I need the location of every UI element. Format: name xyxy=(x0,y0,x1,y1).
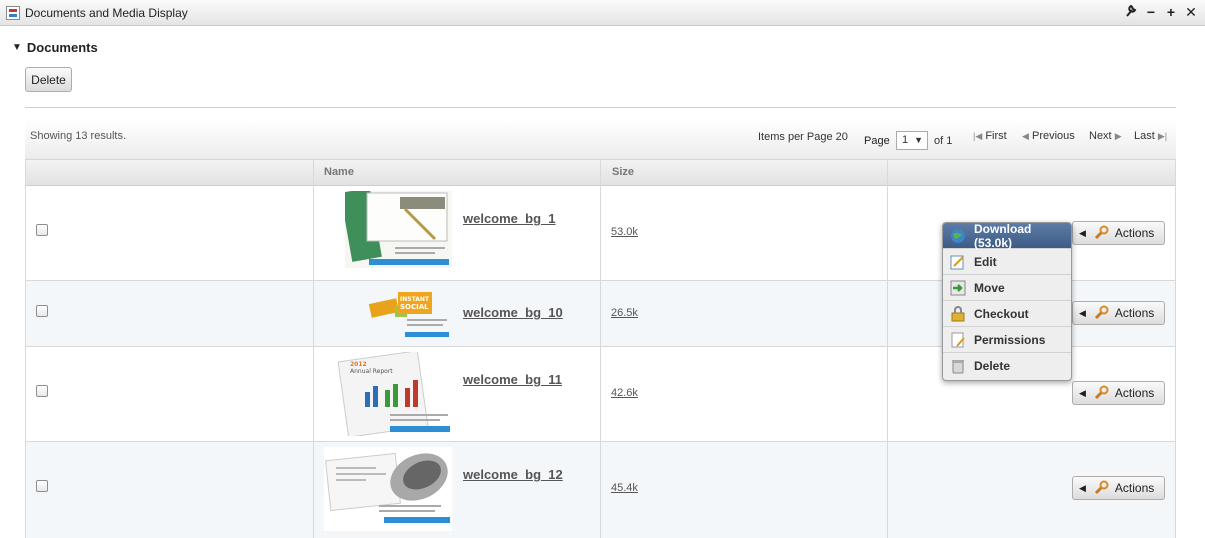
left-arrow-icon: ◀ xyxy=(1079,482,1086,493)
actions-button[interactable]: ◀ Actions xyxy=(1072,301,1165,325)
last-page-icon: ▶| xyxy=(1157,131,1168,141)
row-checkbox[interactable] xyxy=(36,305,48,317)
permissions-icon xyxy=(951,332,965,347)
actions-label: Actions xyxy=(1114,386,1155,400)
wrench-icon[interactable] xyxy=(1125,4,1137,21)
left-arrow-icon: ◀ xyxy=(1079,307,1086,318)
wrench-icon xyxy=(1094,480,1109,495)
actions-button[interactable]: ◀ Actions xyxy=(1072,476,1165,500)
results-count: Showing 13 results. xyxy=(30,130,126,142)
column-divider xyxy=(313,160,314,538)
actions-button[interactable]: ◀ Actions xyxy=(1072,381,1165,405)
previous-page-link[interactable]: ◀ Previous xyxy=(1022,130,1075,142)
previous-label: Previous xyxy=(1031,130,1075,142)
section-title: Documents xyxy=(26,40,98,55)
column-name-header[interactable]: Name xyxy=(324,166,354,178)
document-thumbnail[interactable] xyxy=(345,191,452,268)
column-divider xyxy=(1175,160,1176,538)
document-size-link[interactable]: 53.0k xyxy=(611,226,638,238)
svg-text:SOCIAL: SOCIAL xyxy=(400,303,429,311)
lock-icon xyxy=(951,305,965,321)
menu-item-checkout[interactable]: Checkout xyxy=(943,301,1071,327)
close-icon[interactable]: ✕ xyxy=(1185,4,1197,21)
svg-text:2012: 2012 xyxy=(350,361,367,368)
first-label: First xyxy=(985,130,1007,142)
menu-item-label: Delete xyxy=(974,359,1011,373)
dropdown-arrow-icon: ▼ xyxy=(914,135,923,145)
actions-button[interactable]: ◀ Actions xyxy=(1072,221,1165,245)
edit-icon xyxy=(950,255,964,269)
actions-label: Actions xyxy=(1114,306,1155,320)
divider xyxy=(25,107,1176,108)
collapse-triangle-icon: ▼ xyxy=(12,42,22,53)
document-name-link[interactable]: welcome_bg_12 xyxy=(463,467,563,482)
document-size-link[interactable]: 45.4k xyxy=(611,482,638,494)
menu-item-delete[interactable]: Delete xyxy=(943,353,1071,379)
svg-text:Annual Report: Annual Report xyxy=(350,368,393,375)
document-name-link[interactable]: welcome_bg_11 xyxy=(463,372,562,387)
page-select-value: 1 xyxy=(902,134,909,146)
last-page-link[interactable]: Last ▶| xyxy=(1134,130,1167,142)
svg-text:INSTANT: INSTANT xyxy=(400,296,430,303)
portlet-app-icon xyxy=(6,5,20,20)
next-page-icon: ▶ xyxy=(1114,131,1122,141)
page-total: of 1 xyxy=(934,135,953,147)
menu-item-label: Move xyxy=(974,280,1005,295)
results-bar: Showing 13 results. Items per Page 20 Pa… xyxy=(25,120,1176,160)
wrench-icon xyxy=(1094,305,1109,320)
column-divider xyxy=(25,160,26,538)
menu-item-move[interactable]: Move xyxy=(943,275,1071,301)
page-label: Page xyxy=(864,135,890,147)
document-name-link[interactable]: welcome_bg_10 xyxy=(463,305,563,320)
document-thumbnail[interactable]: 2012 Annual Report xyxy=(335,352,452,436)
maximize-icon[interactable]: + xyxy=(1165,4,1177,21)
wrench-icon xyxy=(1094,225,1109,240)
portlet-title-bar: Documents and Media Display − + ✕ xyxy=(0,0,1205,26)
document-name-link[interactable]: welcome_bg_1 xyxy=(463,211,556,226)
globe-download-icon xyxy=(951,228,965,243)
documents-section-toggle[interactable]: ▼ Documents xyxy=(12,40,98,55)
actions-label: Actions xyxy=(1114,481,1155,495)
next-label: Next xyxy=(1089,130,1112,142)
menu-item-label: Download (53.0k) xyxy=(974,221,1032,250)
trash-icon xyxy=(952,360,964,374)
first-page-link[interactable]: |◀ First xyxy=(973,130,1007,142)
items-per-page[interactable]: Items per Page 20 xyxy=(758,131,848,143)
document-thumbnail[interactable]: INSTANT SOCIAL xyxy=(365,289,452,339)
next-page-link[interactable]: Next ▶ xyxy=(1089,130,1122,142)
menu-item-label: Permissions xyxy=(974,332,1046,347)
column-size-header[interactable]: Size xyxy=(612,166,634,178)
menu-item-download[interactable]: Download (53.0k) xyxy=(943,221,1071,250)
left-arrow-icon: ◀ xyxy=(1079,387,1086,398)
actions-label: Actions xyxy=(1114,226,1155,240)
document-thumbnail[interactable] xyxy=(324,447,452,531)
document-size-link[interactable]: 26.5k xyxy=(611,307,638,319)
previous-page-icon: ◀ xyxy=(1022,131,1029,141)
row-checkbox[interactable] xyxy=(36,385,48,397)
document-size-link[interactable]: 42.6k xyxy=(611,387,638,399)
left-arrow-icon: ◀ xyxy=(1079,227,1086,238)
portlet-title: Documents and Media Display xyxy=(25,5,188,20)
menu-item-edit[interactable]: Edit xyxy=(943,249,1071,275)
row-checkbox[interactable] xyxy=(36,480,48,492)
delete-button[interactable]: Delete xyxy=(25,67,72,92)
menu-item-label: Edit xyxy=(974,254,997,269)
last-label: Last xyxy=(1134,130,1155,142)
column-divider xyxy=(600,160,601,538)
menu-item-permissions[interactable]: Permissions xyxy=(943,327,1071,353)
move-icon xyxy=(950,280,966,295)
column-divider xyxy=(887,160,888,538)
row-checkbox[interactable] xyxy=(36,224,48,236)
page-select[interactable]: 1 ▼ xyxy=(896,131,928,150)
menu-item-label: Checkout xyxy=(974,306,1029,321)
wrench-icon xyxy=(1094,385,1109,400)
first-page-icon: |◀ xyxy=(973,131,983,141)
minimize-icon[interactable]: − xyxy=(1145,4,1157,21)
actions-menu: Download (53.0k) Edit Move Checkout Perm… xyxy=(942,222,1072,381)
portlet-controls: − + ✕ xyxy=(1125,4,1197,21)
